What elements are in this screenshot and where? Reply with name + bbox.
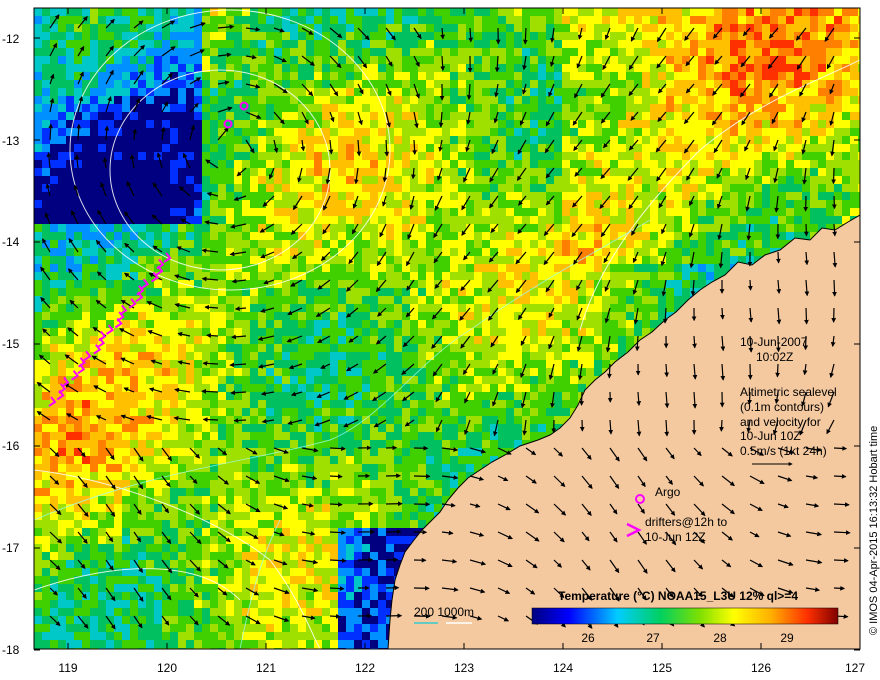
velocity-arrow [832,279,837,297]
drifter-label: 10-Jun 12Z [645,530,706,544]
sst-map: -12 -13 -14 -15 -16 -17 -18 119 120 121 … [2,7,880,675]
colorbar-tick: 28 [713,631,727,645]
y-tick-label: -16 [2,439,20,453]
y-tick-label: -18 [2,643,20,657]
x-tick-label: 121 [256,661,276,675]
bathy-label: 200 1000m [414,605,474,619]
x-tick-label: 120 [157,661,177,675]
velocity-arrow [201,389,219,394]
y-axis-labels: -12 -13 -14 -15 -16 -17 -18 [2,32,20,657]
y-tick-label: -13 [2,134,20,148]
velocity-arrow [206,333,219,338]
velocity-arrow [833,502,850,507]
x-axis-labels: 119 120 121 122 123 124 125 126 127 [58,661,865,675]
velocity-arrow [833,585,845,591]
velocity-arrow [329,502,343,507]
velocity-arrow [833,530,851,535]
altimetry-line: 10-Jun 10Z [740,429,801,443]
x-tick-label: 124 [553,661,573,675]
altimetry-line: 0.5m/s (1kt 24h) [740,444,827,458]
drifter-label: drifters@12h to [645,515,728,529]
credit-text: © IMOS 04-Apr-2015 16:13:32 Hobart time [868,426,880,635]
x-tick-label: 119 [58,661,77,675]
velocity-arrow [833,558,849,563]
y-tick-label: -15 [2,337,20,351]
y-tick-label: -14 [2,235,20,249]
colorbar-gradient [531,607,839,625]
velocity-arrow [579,391,585,406]
velocity-arrow [233,418,247,423]
velocity-arrow [831,167,837,185]
velocity-arrow [412,139,417,155]
altimetry-line: Altimetric sealevel [740,385,837,399]
colorbar-tick: 26 [581,631,595,645]
velocity-arrow [720,307,725,320]
velocity-arrow [692,335,697,349]
x-tick-label: 122 [355,661,375,675]
velocity-arrow [804,307,809,325]
time-label: 10:02Z [756,350,793,364]
velocity-arrow [833,473,847,479]
velocity-arrow [775,363,780,378]
x-tick-label: 125 [652,661,672,675]
colorbar-tick: 27 [646,631,660,645]
x-tick-label: 123 [454,661,474,675]
velocity-arrow [329,613,341,619]
argo-label: Argo [655,485,681,499]
altimetry-line: and velocity for [740,415,821,429]
velocity-arrow [747,279,753,291]
velocity-arrow [329,446,346,451]
date-label: 10-Jun-2007 [740,335,808,349]
velocity-arrow [523,27,528,45]
velocity-arrow [833,446,848,451]
velocity-arrow [202,417,219,422]
x-tick-label: 126 [751,661,771,675]
x-tick-label: 127 [845,661,865,675]
velocity-arrow [202,361,219,366]
velocity-arrow [719,419,724,432]
altimetry-line: (0.1m contours) [740,400,824,414]
velocity-arrow [329,530,346,535]
velocity-arrow [329,474,343,479]
velocity-arrow [775,251,781,264]
velocity-arrow [329,586,345,591]
velocity-arrow [803,223,809,237]
velocity-arrow [831,195,837,210]
y-tick-label: -12 [2,32,20,46]
colorbar-title: Temperature (°C) NOAA15_L3U 12% ql>=4 [558,589,798,603]
colorbar-tick: 29 [780,631,794,645]
velocity-arrow [607,363,612,379]
y-tick-label: -17 [2,541,20,555]
